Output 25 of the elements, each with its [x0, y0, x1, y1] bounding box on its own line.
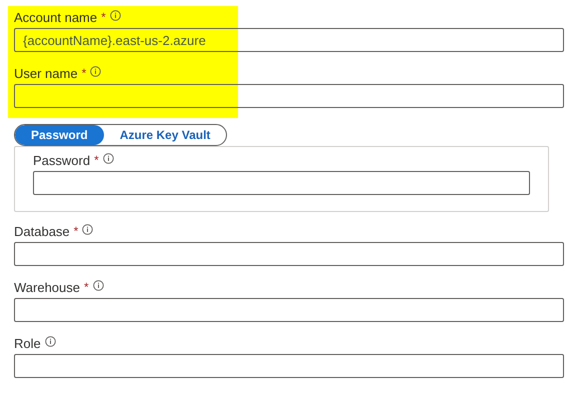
auth-tab[interactable]: Azure Key Vault	[104, 125, 226, 145]
info-icon[interactable]	[44, 336, 56, 347]
input-field[interactable]	[14, 84, 564, 108]
field-label: User name	[14, 66, 78, 82]
input-field[interactable]	[14, 354, 564, 378]
info-icon[interactable]	[102, 153, 114, 164]
required-mark: *	[101, 10, 106, 24]
info-icon[interactable]	[82, 224, 94, 235]
input-field[interactable]	[14, 242, 564, 266]
info-icon[interactable]	[92, 280, 104, 291]
required-mark: *	[94, 153, 99, 167]
field-label: Password	[33, 153, 90, 169]
field-label: Role	[14, 336, 41, 352]
required-mark: *	[74, 224, 78, 238]
field-label: Warehouse	[14, 280, 80, 296]
required-mark: *	[82, 66, 86, 80]
input-field[interactable]	[33, 171, 530, 195]
field-label: Account name	[14, 10, 98, 26]
info-icon[interactable]	[110, 10, 121, 21]
input-field[interactable]	[14, 298, 564, 322]
required-mark: *	[84, 280, 89, 294]
field-label: Database	[14, 224, 70, 240]
input-field[interactable]: {accountName}.east-us-2.azure	[14, 28, 564, 52]
auth-tab[interactable]: Password	[15, 125, 104, 145]
info-icon[interactable]	[90, 66, 102, 77]
